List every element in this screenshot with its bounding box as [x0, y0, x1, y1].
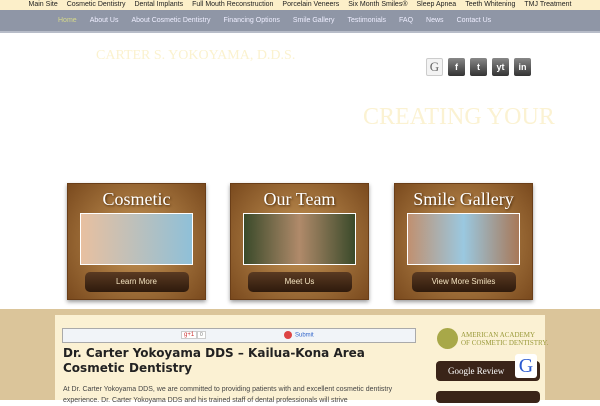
top-link-six-month-smiles[interactable]: Six Month Smiles®	[348, 0, 407, 10]
article-title: Dr. Carter Yokoyama DDS – Kailua-Kona Ar…	[63, 346, 365, 375]
nav-faq[interactable]: FAQ	[399, 10, 413, 31]
nav-about-us[interactable]: About Us	[90, 10, 119, 31]
google-g-icon: G	[515, 354, 537, 378]
card-title: Smile Gallery	[413, 189, 514, 209]
google-plus-button[interactable]: g+1	[181, 331, 198, 339]
top-link-veneers[interactable]: Porcelain Veneers	[282, 0, 339, 10]
share-bar: g+1 0 Submit	[62, 328, 416, 343]
stumbleupon-submit-button[interactable]: Submit	[284, 331, 314, 339]
main-nav: Home About Us About Cosmetic Dentistry F…	[0, 10, 600, 33]
social-icons: G f t yt in	[426, 58, 531, 76]
nav-home[interactable]: Home	[58, 10, 77, 31]
nav-smile-gallery[interactable]: Smile Gallery	[293, 10, 335, 31]
google-plus-count: 0	[197, 331, 206, 339]
google-review-label: Google Review	[448, 366, 505, 376]
stumbleupon-icon	[284, 331, 292, 339]
google-review-button[interactable]: Google Review G	[436, 354, 540, 381]
top-link-sleep-apnea[interactable]: Sleep Apnea	[416, 0, 456, 10]
top-site-links: Main Site Cosmetic Dentistry Dental Impl…	[0, 0, 600, 10]
top-link-tmj[interactable]: TMJ Treatment	[524, 0, 571, 10]
card-image	[80, 213, 193, 265]
nav-about-cosmetic[interactable]: About Cosmetic Dentistry	[131, 10, 210, 31]
google-icon[interactable]: G	[426, 58, 443, 76]
nav-news[interactable]: News	[426, 10, 444, 31]
youtube-icon[interactable]: yt	[492, 58, 509, 76]
article-body: At Dr. Carter Yokoyama DDS, we are commi…	[63, 386, 393, 404]
top-link-cosmetic-dentistry[interactable]: Cosmetic Dentistry	[67, 0, 126, 10]
facebook-icon[interactable]: f	[448, 58, 465, 76]
nav-testimonials[interactable]: Testimonials	[348, 10, 387, 31]
twitter-icon[interactable]: t	[470, 58, 487, 76]
top-link-full-mouth[interactable]: Full Mouth Reconstruction	[192, 0, 273, 10]
submit-label: Submit	[295, 332, 314, 339]
top-link-main-site[interactable]: Main Site	[29, 0, 58, 10]
aacd-line2: OF COSMETIC DENTISTRY.	[461, 338, 549, 347]
learn-more-button[interactable]: Learn More	[84, 272, 189, 292]
sidebar-button[interactable]	[436, 391, 540, 403]
meet-us-button[interactable]: Meet Us	[247, 272, 352, 292]
card-image	[407, 213, 520, 265]
card-title: Cosmetic	[102, 189, 171, 209]
top-link-teeth-whitening[interactable]: Teeth Whitening	[465, 0, 515, 10]
aacd-logo[interactable]: AMERICAN ACADEMY OF COSMETIC DENTISTRY.	[437, 328, 548, 349]
nav-financing[interactable]: Financing Options	[223, 10, 279, 31]
card-our-team: Our Team Meet Us	[230, 183, 369, 300]
aacd-line1: AMERICAN ACADEMY	[461, 330, 536, 339]
nav-contact[interactable]: Contact Us	[457, 10, 492, 31]
brand-logo[interactable]: CARTER S. YOKOYAMA, D.D.S.	[96, 48, 295, 64]
card-smile-gallery: Smile Gallery View More Smiles	[394, 183, 533, 300]
card-image	[243, 213, 356, 265]
view-more-smiles-button[interactable]: View More Smiles	[411, 272, 516, 292]
card-cosmetic: Cosmetic Learn More	[67, 183, 206, 300]
linkedin-icon[interactable]: in	[514, 58, 531, 76]
card-title: Our Team	[263, 189, 336, 209]
aacd-seal-icon	[437, 328, 458, 349]
hero-tagline: CREATING YOUR	[363, 104, 555, 130]
top-link-dental-implants[interactable]: Dental Implants	[134, 0, 183, 10]
